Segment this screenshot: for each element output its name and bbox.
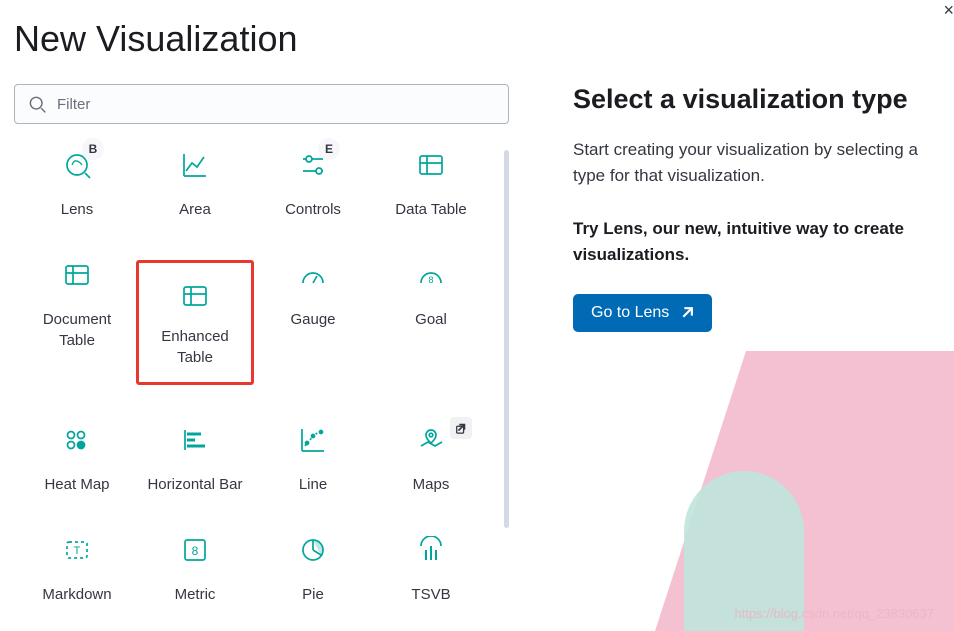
viz-label: Horizontal Bar (147, 475, 242, 495)
filter-input[interactable] (57, 96, 496, 113)
viz-label: Data Table (395, 200, 466, 220)
go-to-lens-label: Go to Lens (591, 304, 669, 322)
tsvb-icon (416, 535, 446, 565)
right-panel: Select a visualization type Start creati… (509, 84, 954, 605)
viz-label: Line (299, 475, 327, 495)
table-icon (180, 281, 210, 311)
viz-label: Maps (413, 475, 450, 495)
pie-icon (298, 535, 328, 565)
visualization-grid: BLens Area EControls Data Table Document Tab… (14, 150, 494, 605)
heatmap-icon (62, 425, 92, 455)
viz-card-maps[interactable]: Maps (372, 425, 490, 495)
viz-card-goal[interactable]: Goal (372, 260, 490, 385)
viz-label: Markdown (42, 585, 111, 605)
viz-card-lens[interactable]: BLens (18, 150, 136, 220)
viz-card-line[interactable]: Line (254, 425, 372, 495)
viz-label: Goal (415, 310, 447, 330)
right-description: Start creating your visualization by sel… (573, 137, 948, 190)
viz-label: Enhanced Table (161, 327, 229, 368)
viz-label: Area (179, 200, 211, 220)
viz-card-area[interactable]: Area (136, 150, 254, 220)
goal-icon (416, 260, 446, 290)
viz-card-heatmap[interactable]: Heat Map (18, 425, 136, 495)
table-icon (416, 150, 446, 180)
viz-card-doc-table[interactable]: Document Table (18, 260, 136, 385)
viz-card-gauge[interactable]: Gauge (254, 260, 372, 385)
search-icon (27, 94, 47, 114)
table-icon (62, 260, 92, 290)
viz-label: Heat Map (44, 475, 109, 495)
watermark: https://blog.csdn.net/qq_23830637 (735, 606, 935, 621)
maps-icon (416, 425, 446, 455)
filter-field[interactable] (14, 84, 509, 124)
viz-label: Gauge (290, 310, 335, 330)
gauge-icon (298, 260, 328, 290)
viz-label: TSVB (411, 585, 450, 605)
viz-card-controls[interactable]: EControls (254, 150, 372, 220)
hbar-icon (180, 425, 210, 455)
markdown-icon (62, 535, 92, 565)
viz-card-metric[interactable]: Metric (136, 535, 254, 605)
area-icon (180, 150, 210, 180)
line-icon (298, 425, 328, 455)
external-link-icon (450, 417, 472, 439)
viz-card-markdown[interactable]: Markdown (18, 535, 136, 605)
viz-card-enhanced[interactable]: Enhanced Table (136, 260, 254, 385)
try-lens-text: Try Lens, our new, intuitive way to crea… (573, 216, 948, 269)
viz-card-tsvb[interactable]: TSVB (372, 535, 490, 605)
left-panel: BLensAreaEControlsData TableDocument Tab… (14, 84, 509, 605)
viz-label: Document Table (43, 310, 111, 351)
external-link-icon (679, 306, 694, 321)
badge-e: E (318, 138, 340, 160)
page-title: New Visualization (0, 0, 954, 60)
close-icon[interactable]: × (943, 0, 954, 21)
metric-icon (180, 535, 210, 565)
viz-card-hbar[interactable]: Horizontal Bar (136, 425, 254, 495)
right-title: Select a visualization type (573, 84, 948, 115)
viz-card-pie[interactable]: Pie (254, 535, 372, 605)
viz-label: Controls (285, 200, 341, 220)
viz-card-data-table[interactable]: Data Table (372, 150, 490, 220)
viz-label: Lens (61, 200, 94, 220)
viz-label: Pie (302, 585, 324, 605)
go-to-lens-button[interactable]: Go to Lens (573, 294, 712, 332)
badge-b: B (82, 138, 104, 160)
viz-label: Metric (175, 585, 216, 605)
